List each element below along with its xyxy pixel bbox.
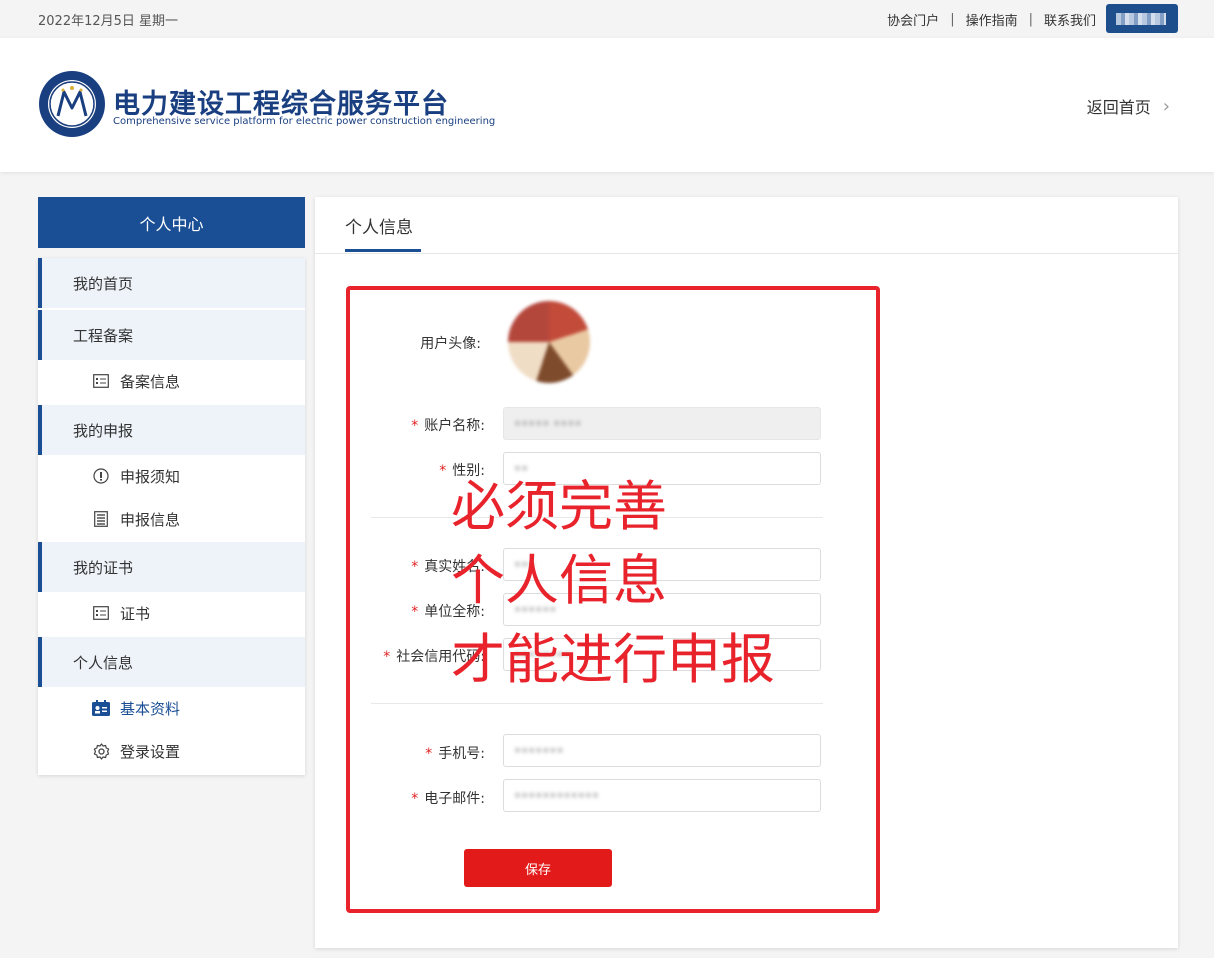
site-header: 电力建设工程综合服务平台 Comprehensive service platf…: [0, 38, 1214, 172]
blurred-username: [1116, 13, 1166, 25]
id-card-icon: [92, 699, 110, 717]
sidebar-item-project-filing[interactable]: 工程备案: [38, 310, 305, 360]
link-association-portal[interactable]: 协会门户: [887, 10, 939, 29]
main-panel: 个人信息 用户头像: * 账户名称: ••••• •••• * 性别: •• * 真实…: [315, 197, 1178, 948]
back-home-label: 返回首页: [1086, 98, 1151, 117]
sidebar-item-home[interactable]: 我的首页: [38, 258, 305, 308]
sidebar-sub-label: 证书: [120, 604, 151, 623]
tab-divider: [315, 253, 1178, 254]
user-account-button[interactable]: [1106, 4, 1178, 33]
sidebar-item-declaration-notice[interactable]: 申报须知: [38, 454, 305, 498]
sidebar-title: 个人中心: [38, 197, 305, 248]
association-logo-icon: [39, 71, 105, 137]
link-separator: |: [950, 12, 955, 27]
tab-personal-info[interactable]: 个人信息: [345, 213, 413, 238]
annotation-line: 才能进行申报: [451, 628, 775, 691]
sidebar-sub-label: 登录设置: [120, 742, 181, 761]
list-card-icon: [92, 372, 110, 390]
sidebar-item-login-settings[interactable]: 登录设置: [38, 729, 305, 773]
link-separator: |: [1028, 12, 1033, 27]
sidebar-sub-label: 基本资料: [120, 699, 181, 718]
tab-active-indicator: [345, 249, 421, 252]
brand-subtitle: Comprehensive service platform for elect…: [113, 116, 496, 127]
info-circle-icon: [92, 467, 110, 485]
sidebar-menu: 我的首页 工程备案 备案信息 我的申报 申报须知 申报信息 我的证书 证书 个人…: [38, 258, 305, 775]
link-contact-us[interactable]: 联系我们: [1044, 10, 1096, 29]
sidebar-sub-label: 备案信息: [120, 372, 181, 391]
list-card-icon: [92, 604, 110, 622]
sidebar-item-my-certificate[interactable]: 我的证书: [38, 542, 305, 592]
top-links: 协会门户 | 操作指南 | 联系我们: [887, 10, 1096, 29]
top-bar: 2022年12月5日 星期一 协会门户 | 操作指南 | 联系我们: [0, 0, 1214, 38]
annotation-line: 必须完善: [451, 475, 667, 538]
sidebar-item-personal-info[interactable]: 个人信息: [38, 637, 305, 687]
back-home-link[interactable]: 返回首页 ›: [1087, 94, 1170, 118]
sidebar-item-declaration-info[interactable]: 申报信息: [38, 497, 305, 541]
current-date: 2022年12月5日 星期一: [38, 14, 179, 29]
chevron-right-icon: ›: [1162, 95, 1170, 117]
sidebar-sub-label: 申报信息: [120, 510, 181, 529]
sidebar-item-filing-info[interactable]: 备案信息: [38, 359, 305, 403]
sidebar-sub-label: 申报须知: [120, 467, 181, 486]
document-list-icon: [92, 510, 110, 528]
sidebar-item-my-declaration[interactable]: 我的申报: [38, 405, 305, 455]
link-operation-guide[interactable]: 操作指南: [966, 10, 1018, 29]
annotation-line: 个人信息: [451, 549, 667, 612]
sidebar-item-certificate[interactable]: 证书: [38, 591, 305, 635]
sidebar-item-basic-profile[interactable]: 基本资料: [38, 686, 305, 730]
gear-icon: [92, 742, 110, 760]
